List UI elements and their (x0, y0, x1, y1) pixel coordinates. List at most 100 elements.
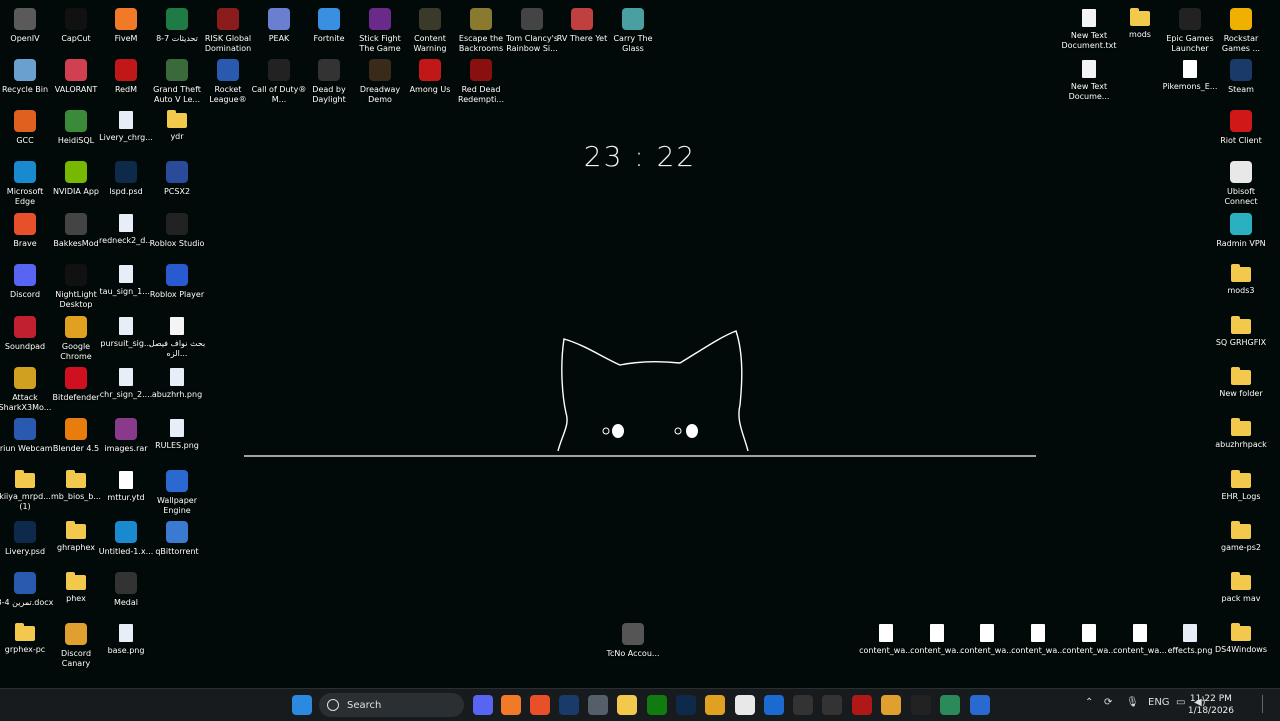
desktop-icon[interactable]: VALORANT (51, 56, 101, 95)
desktop-icon[interactable]: Epic Games Launcher (1165, 5, 1215, 54)
desktop-icon[interactable]: Among Us (405, 56, 455, 95)
windows-start-icon[interactable] (292, 695, 312, 715)
desktop-icon[interactable]: EHR_Logs (1216, 467, 1266, 502)
desktop-icon[interactable]: Blender 4.5 (51, 415, 101, 454)
desktop-icon[interactable]: تمرين 4-3.docx (0, 569, 53, 608)
desktop-icon[interactable]: Radmin VPN (1216, 210, 1266, 249)
desktop-icon[interactable]: Riot Client (1216, 107, 1266, 146)
desktop-icon[interactable]: FiveM (101, 5, 151, 44)
desktop-icon[interactable]: Medal (101, 569, 151, 608)
desktop-icon[interactable]: بحث نواف فيصل الزه... (149, 313, 205, 359)
desktop-icon[interactable]: phex (51, 569, 101, 604)
desktop-icon[interactable]: abuzhrh.png (152, 364, 202, 400)
desktop-icon[interactable]: TcNo Accou... (606, 620, 660, 659)
desktop-icon[interactable]: HeidiSQL (51, 107, 101, 146)
discord-icon[interactable] (473, 695, 493, 715)
desktop-icon[interactable]: content_wa... (1062, 620, 1116, 656)
desktop-icon[interactable]: mb_bios_b... (51, 467, 101, 502)
nvidia-icon[interactable] (940, 695, 960, 715)
desktop-icon[interactable]: PEAK (254, 5, 304, 44)
desktop-icon[interactable]: New Text Document.txt (1062, 5, 1117, 51)
desktop-icon[interactable]: RV There Yet (557, 5, 607, 44)
desktop-icon[interactable]: grphex-pc (0, 620, 50, 655)
desktop-icon[interactable]: Dead by Daylight (304, 56, 354, 105)
desktop-icon[interactable]: New folder (1216, 364, 1266, 399)
wallpaper-engine-icon[interactable] (970, 695, 990, 715)
desktop-icon[interactable]: images.rar (101, 415, 151, 454)
desktop-icon[interactable]: base.png (101, 620, 151, 656)
desktop-icon[interactable]: Wallpaper Engine (152, 467, 202, 516)
sync-icon[interactable]: ⟳ (1104, 697, 1112, 708)
fivem-icon[interactable] (501, 695, 521, 715)
notepad-icon[interactable] (735, 695, 755, 715)
desktop-icon[interactable]: Rockstar Games ... (1216, 5, 1266, 54)
desktop-icon[interactable]: GCC (0, 107, 50, 146)
desktop-icon[interactable]: pack mav (1216, 569, 1266, 604)
desktop-icon[interactable]: Roblox Studio (150, 210, 204, 249)
desktop-icon[interactable]: Content Warning (405, 5, 455, 54)
settings-icon[interactable] (588, 695, 608, 715)
desktop-icon[interactable]: RedM (101, 56, 151, 95)
photoshop-icon[interactable] (676, 695, 696, 715)
desktop-icon[interactable]: New Text Docume... (1064, 56, 1114, 102)
show-desktop-button[interactable] (1262, 695, 1269, 713)
taskbar-clock[interactable]: 11:22 PM 1/18/2026 (1188, 693, 1234, 717)
desktop-icon[interactable]: Carry The Glass (608, 5, 658, 54)
desktop-icon[interactable]: lspd.psd (101, 158, 151, 197)
desktop-icon[interactable]: Untitled-1.x... (99, 518, 153, 557)
desktop-icon[interactable]: Escape the Backrooms (456, 5, 506, 54)
desktop-icon[interactable]: RULES.png (152, 415, 202, 451)
desktop-icon[interactable]: abuzhrhpack (1215, 415, 1267, 450)
gear-tray-icon[interactable] (822, 695, 842, 715)
obs-icon[interactable] (793, 695, 813, 715)
desktop-icon[interactable]: content_wa... (960, 620, 1014, 656)
desktop-icon[interactable]: Steam (1216, 56, 1266, 95)
discord-canary-icon[interactable] (881, 695, 901, 715)
desktop-icon[interactable]: Brave (0, 210, 50, 249)
desktop-icon[interactable]: mods (1115, 5, 1165, 40)
desktop-icon[interactable]: ghraphex (51, 518, 101, 553)
desktop-icon[interactable]: Pikemons_E... (1163, 56, 1217, 92)
desktop-icon[interactable]: Fortnite (304, 5, 354, 44)
desktop-icon[interactable]: DS4Windows (1215, 620, 1267, 655)
desktop-icon[interactable]: Stick Fight The Game (355, 5, 405, 54)
desktop-icon[interactable]: Attack SharkX3Mo... (0, 364, 51, 413)
brave-icon[interactable] (530, 695, 550, 715)
desktop-icon[interactable]: content_wa... (1011, 620, 1065, 656)
mail-icon[interactable] (764, 695, 784, 715)
language-indicator[interactable]: ENG (1148, 697, 1170, 708)
desktop-icon[interactable]: Discord Canary (51, 620, 101, 669)
desktop-icon[interactable]: content_wa... (910, 620, 964, 656)
desktop-icon[interactable]: redneck2_d... (99, 210, 153, 246)
desktop-icon[interactable]: Call of Duty® M... (252, 56, 306, 105)
desktop-icon[interactable]: chr_sign_2.... (100, 364, 152, 400)
desktop-icon[interactable]: BakkesMod (51, 210, 101, 249)
desktop-icon[interactable]: Microsoft Edge (0, 158, 50, 207)
desktop-icon[interactable]: Discord (0, 261, 50, 300)
xbox-icon[interactable] (647, 695, 667, 715)
desktop-icon[interactable]: content_wa... (859, 620, 913, 656)
desktop-icon[interactable]: Google Chrome (51, 313, 101, 362)
microphone-icon[interactable]: 🎙 (1126, 697, 1139, 708)
taskbar-search[interactable]: Search (319, 693, 464, 717)
desktop-icon[interactable]: NVIDIA App (51, 158, 101, 197)
steam-icon[interactable] (559, 695, 579, 715)
desktop-icon[interactable]: Livery.psd (0, 518, 50, 557)
desktop-icon[interactable]: Iriun Webcam (0, 415, 53, 454)
desktop-icon[interactable]: kiiya_mrpd... (1) (0, 467, 51, 512)
desktop-icon[interactable]: ydr (152, 107, 202, 142)
desktop-icon[interactable]: pursuit_sig... (100, 313, 152, 349)
desktop-icon[interactable]: effects.png (1165, 620, 1215, 656)
desktop-icon[interactable]: Dreadway Demo (355, 56, 405, 105)
desktop-icon[interactable]: Ubisoft Connect (1216, 158, 1266, 207)
desktop-icon[interactable]: OpenIV (0, 5, 50, 44)
chrome-icon[interactable] (705, 695, 725, 715)
desktop-icon[interactable]: RISK Global Domination (203, 5, 253, 54)
desktop-icon[interactable]: content_wa... (1113, 620, 1167, 656)
desktop-icon[interactable]: game-ps2 (1216, 518, 1266, 553)
desktop-icon[interactable]: mttur.ytd (101, 467, 151, 503)
game-icon[interactable] (911, 695, 931, 715)
desktop-icon[interactable]: CapCut (51, 5, 101, 44)
desktop-icon[interactable]: tau_sign_1.... (100, 261, 152, 297)
chevron-up-icon[interactable]: ⌃ (1085, 697, 1093, 708)
